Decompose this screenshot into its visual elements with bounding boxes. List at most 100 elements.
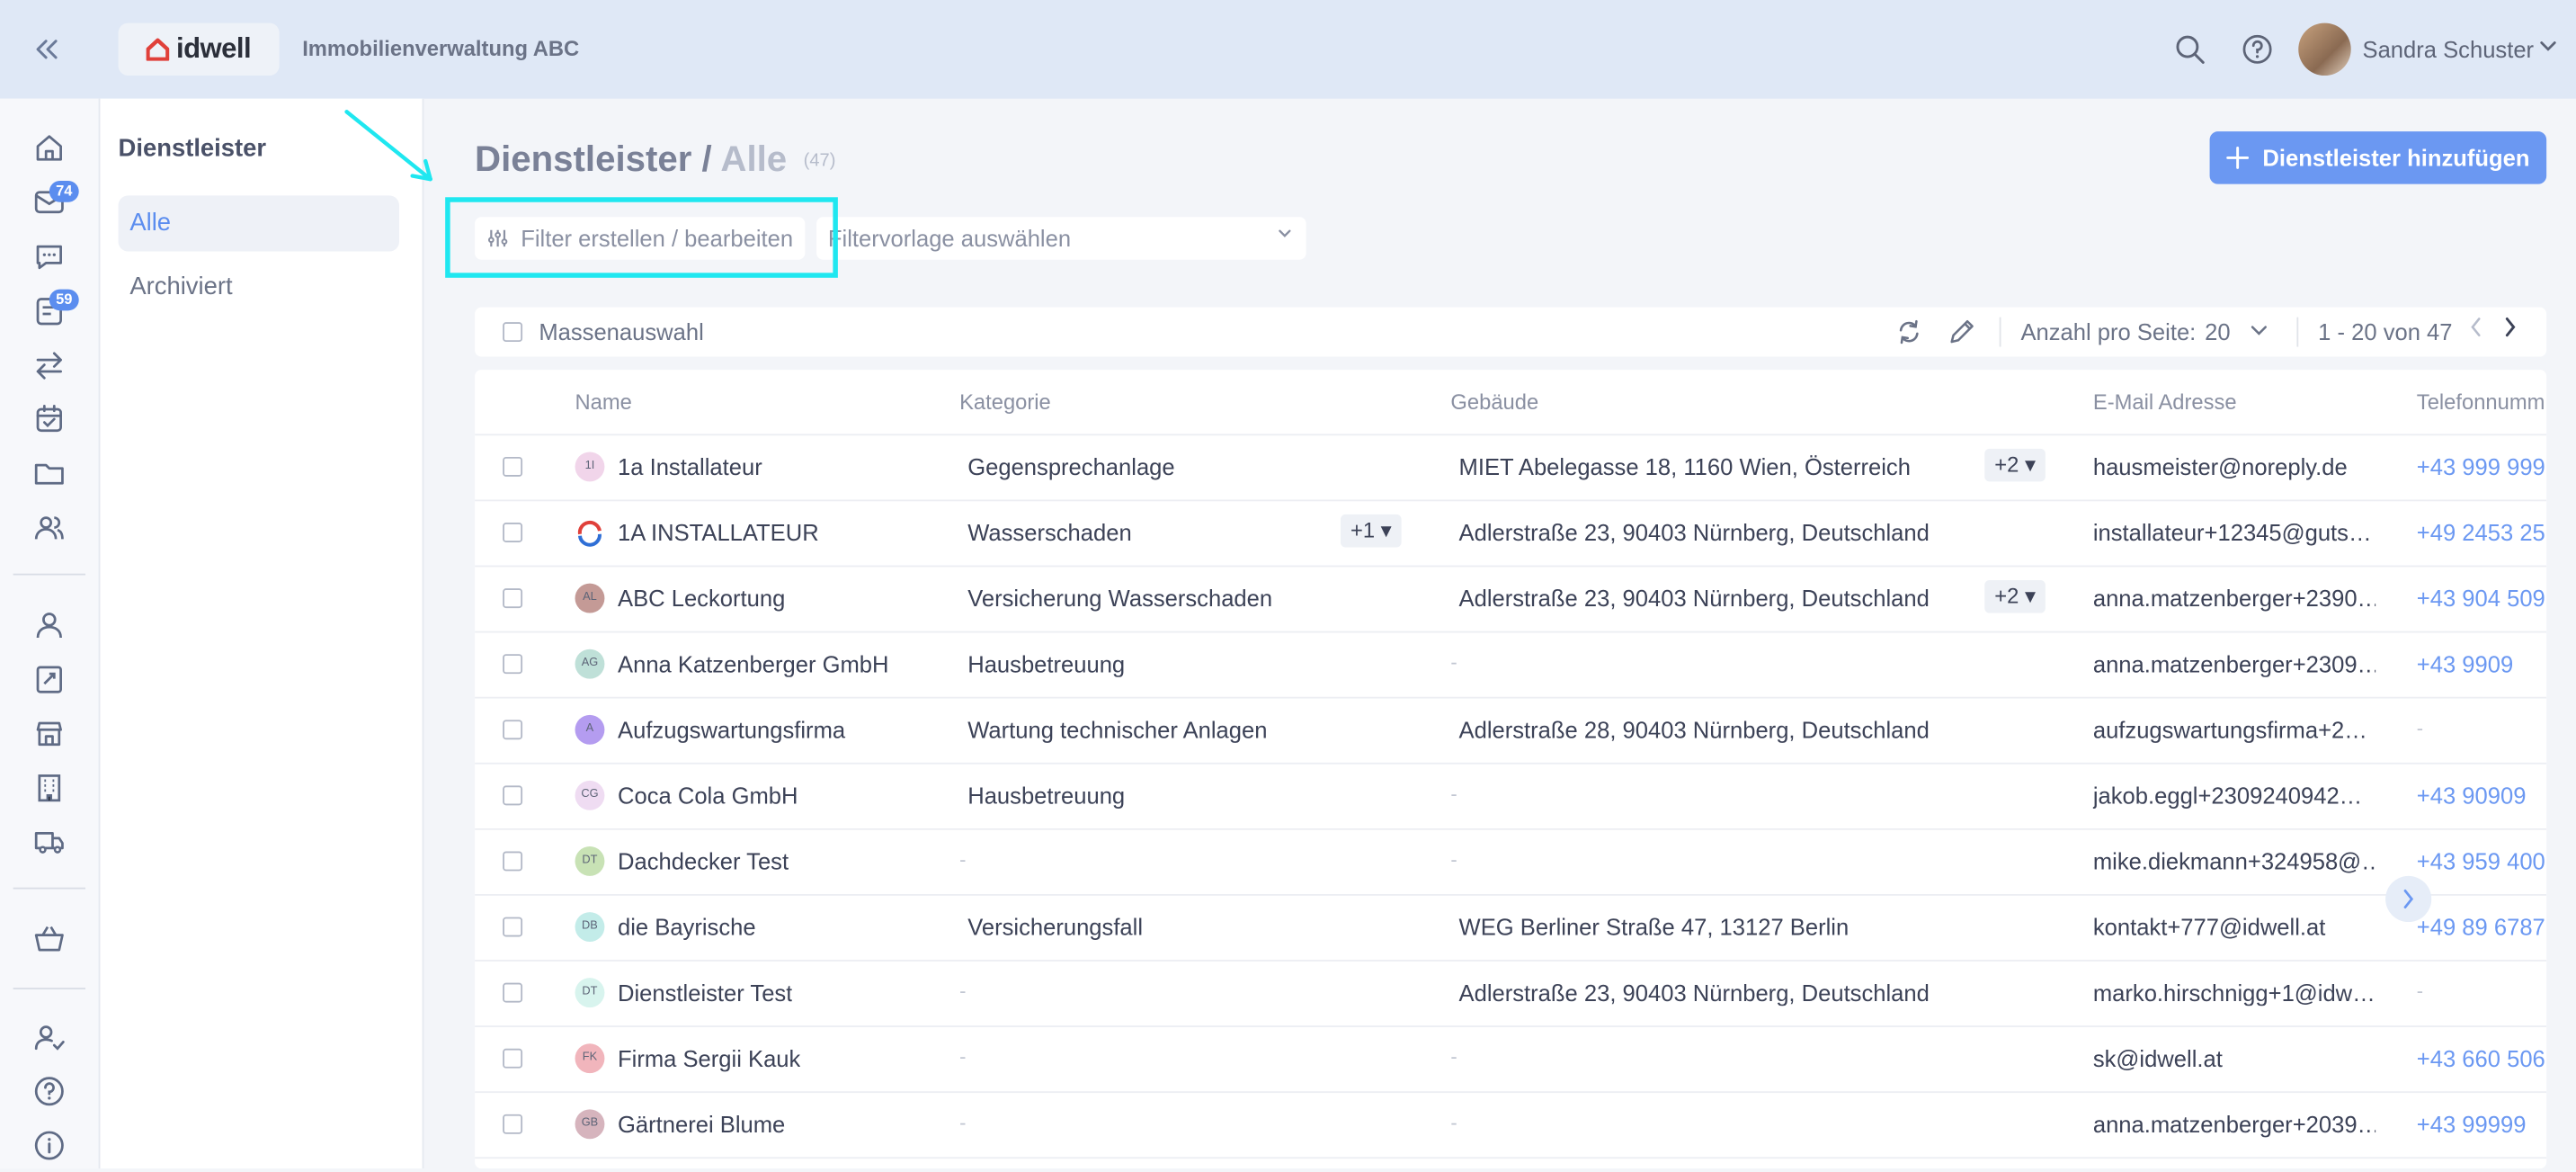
filter-preset-select[interactable]: Filtervorlage auswählen (816, 217, 1306, 260)
row-checkbox[interactable] (503, 1048, 523, 1069)
provider-email[interactable]: mike.diekmann+324958@… (2093, 848, 2375, 874)
previous-page-icon[interactable] (2467, 316, 2483, 345)
refresh-icon[interactable] (1894, 318, 1924, 347)
column-header-email[interactable]: E-Mail Adresse (2093, 389, 2237, 414)
provider-phone[interactable]: +49 2453 25 (2417, 519, 2546, 545)
provider-name[interactable]: Anna Katzenberger GmbH (618, 651, 888, 677)
provider-name[interactable]: Coca Cola GmbH (618, 783, 798, 809)
users-icon[interactable] (31, 509, 67, 545)
provider-phone[interactable]: +49 89 6787 (2417, 914, 2546, 940)
search-icon[interactable] (2173, 33, 2206, 67)
provider-email[interactable]: installateur+12345@guts… (2093, 519, 2375, 545)
provider-email[interactable]: hausmeister@noreply.de (2093, 453, 2375, 479)
row-checkbox[interactable] (503, 785, 523, 806)
table-row[interactable]: AL ABC Leckortung Versicherung Wasserschad… (475, 566, 2547, 633)
add-provider-button[interactable]: Dienstleister hinzufügen (2209, 131, 2547, 184)
building-icon[interactable] (31, 769, 67, 805)
provider-category: Hausbetreuung (967, 650, 1126, 677)
per-page-select[interactable]: 20 (2205, 318, 2230, 344)
person-icon[interactable] (31, 606, 67, 642)
toolbar-divider (2296, 317, 2299, 347)
help-icon[interactable] (2241, 33, 2274, 67)
transfer-icon[interactable] (31, 347, 67, 383)
provider-email[interactable]: marko.hirschnigg+1@idw… (2093, 980, 2375, 1006)
provider-email[interactable]: anna.matzenberger+2390… (2093, 585, 2375, 611)
help-circle-icon[interactable] (31, 1073, 67, 1109)
user-name[interactable]: Sandra Schuster (2363, 36, 2535, 62)
folder-icon[interactable] (31, 455, 67, 491)
table-row[interactable]: DT Dachdecker Test - - mike.diekmann+324958@… (475, 828, 2547, 896)
subnav-item-archiviert[interactable]: Archiviert (119, 260, 399, 316)
provider-name[interactable]: ABC Leckortung (618, 585, 785, 611)
column-header-building[interactable]: Gebäude (1450, 389, 1538, 414)
table-row[interactable]: 1A INSTALLATEUR Wasserschaden +1 ▾ Adlerstr… (475, 499, 2547, 568)
provider-name[interactable]: Dienstleister Test (618, 980, 792, 1006)
column-header-category[interactable]: Kategorie (959, 389, 1051, 414)
truck-icon[interactable] (31, 823, 67, 859)
provider-name[interactable]: Gärtnerei Blume (618, 1111, 785, 1137)
provider-name[interactable]: 1A INSTALLATEUR (618, 519, 819, 545)
provider-building: Adlerstraße 23, 90403 Nürnberg, Deutschl… (1458, 585, 1930, 612)
info-icon[interactable] (31, 1127, 67, 1163)
provider-email[interactable]: aufzugswartungsfirma+2… (2093, 717, 2375, 743)
row-checkbox[interactable] (503, 1114, 523, 1134)
provider-phone[interactable]: +43 660 506 (2417, 1045, 2546, 1071)
row-checkbox[interactable] (503, 523, 523, 542)
column-header-name[interactable]: Name (575, 389, 632, 414)
next-page-icon[interactable] (2502, 316, 2518, 345)
table-row[interactable]: AG Anna Katzenberger GmbH Hausbetreuung - an… (475, 631, 2547, 699)
row-checkbox[interactable] (503, 720, 523, 740)
user-settings-icon[interactable] (31, 1019, 67, 1055)
table-row[interactable]: GB Gärtnerei Blume - - anna.matzenberger+203… (475, 1091, 2547, 1159)
row-checkbox[interactable] (503, 917, 523, 937)
provider-phone[interactable]: +43 959 400 (2417, 848, 2546, 874)
provider-phone[interactable]: +43 99999 (2417, 1111, 2546, 1137)
provider-name[interactable]: Firma Sergii Kauk (618, 1045, 800, 1071)
provider-email[interactable]: jakob.eggl+2309240942… (2093, 783, 2375, 809)
table-row[interactable]: A Aufzugswartungsfirma Wartung technischer… (475, 697, 2547, 765)
avatar: A (575, 714, 605, 745)
chevron-down-icon[interactable] (2249, 320, 2268, 344)
user-avatar[interactable] (2298, 22, 2351, 76)
avatar: DB (575, 912, 605, 942)
provider-email[interactable]: sk@idwell.at (2093, 1045, 2375, 1071)
calendar-check-icon[interactable] (31, 401, 67, 437)
provider-email[interactable]: anna.matzenberger+2039… (2093, 1111, 2375, 1137)
scroll-right-icon[interactable] (2385, 875, 2432, 923)
table-row[interactable]: DB die Bayrische Versicherungsfall WEG Berl… (475, 894, 2547, 962)
table-row[interactable]: DT Dienstleister Test - Adlerstraße 23, 904… (475, 960, 2547, 1027)
brand-logo[interactable]: idwell (118, 22, 280, 76)
provider-phone[interactable]: +43 9909 (2417, 651, 2546, 677)
row-checkbox[interactable] (503, 654, 523, 675)
row-checkbox[interactable] (503, 982, 523, 1003)
table-row[interactable]: FK Firma Sergii Kauk - - sk@idwell.at +43 660… (475, 1025, 2547, 1094)
provider-name[interactable]: 1a Installateur (618, 453, 762, 479)
provider-email[interactable]: kontakt+777@idwell.at (2093, 914, 2375, 940)
category-more-chip[interactable]: +1 ▾ (1340, 514, 1402, 548)
subnav-item-alle[interactable]: Alle (118, 195, 400, 252)
provider-phone[interactable]: +43 999 999 (2417, 453, 2546, 479)
building-more-chip[interactable]: +2 ▾ (1984, 580, 2046, 613)
provider-name[interactable]: Aufzugswartungsfirma (618, 717, 845, 743)
row-checkbox[interactable] (503, 588, 523, 609)
table-row[interactable]: CG Coca Cola GmbH Hausbetreuung - jakob.eggl… (475, 763, 2547, 830)
edit-pencil-icon[interactable] (1947, 318, 1976, 347)
home-icon[interactable] (31, 130, 67, 166)
contract-icon[interactable] (31, 661, 67, 697)
provider-email[interactable]: anna.matzenberger+2309… (2093, 651, 2375, 677)
mass-select-checkbox[interactable] (503, 322, 523, 343)
building-more-chip[interactable]: +2 ▾ (1984, 448, 2046, 482)
table-row[interactable]: 1I 1a Installateur Gegensprechanlage MIET A… (475, 434, 2547, 502)
chevron-down-icon[interactable] (2538, 36, 2558, 60)
provider-name[interactable]: die Bayrische (618, 914, 756, 940)
provider-phone[interactable]: +43 904 509 (2417, 585, 2546, 611)
provider-name[interactable]: Dachdecker Test (618, 848, 789, 874)
row-checkbox[interactable] (503, 851, 523, 872)
store-icon[interactable] (31, 715, 67, 751)
column-header-phone[interactable]: Telefonnumm (2417, 389, 2545, 414)
chat-icon[interactable] (31, 238, 67, 274)
provider-phone[interactable]: +43 90909 (2417, 783, 2546, 809)
row-checkbox[interactable] (503, 456, 523, 477)
basket-icon[interactable] (31, 920, 67, 956)
collapse-sidebar-icon[interactable] (30, 33, 69, 67)
